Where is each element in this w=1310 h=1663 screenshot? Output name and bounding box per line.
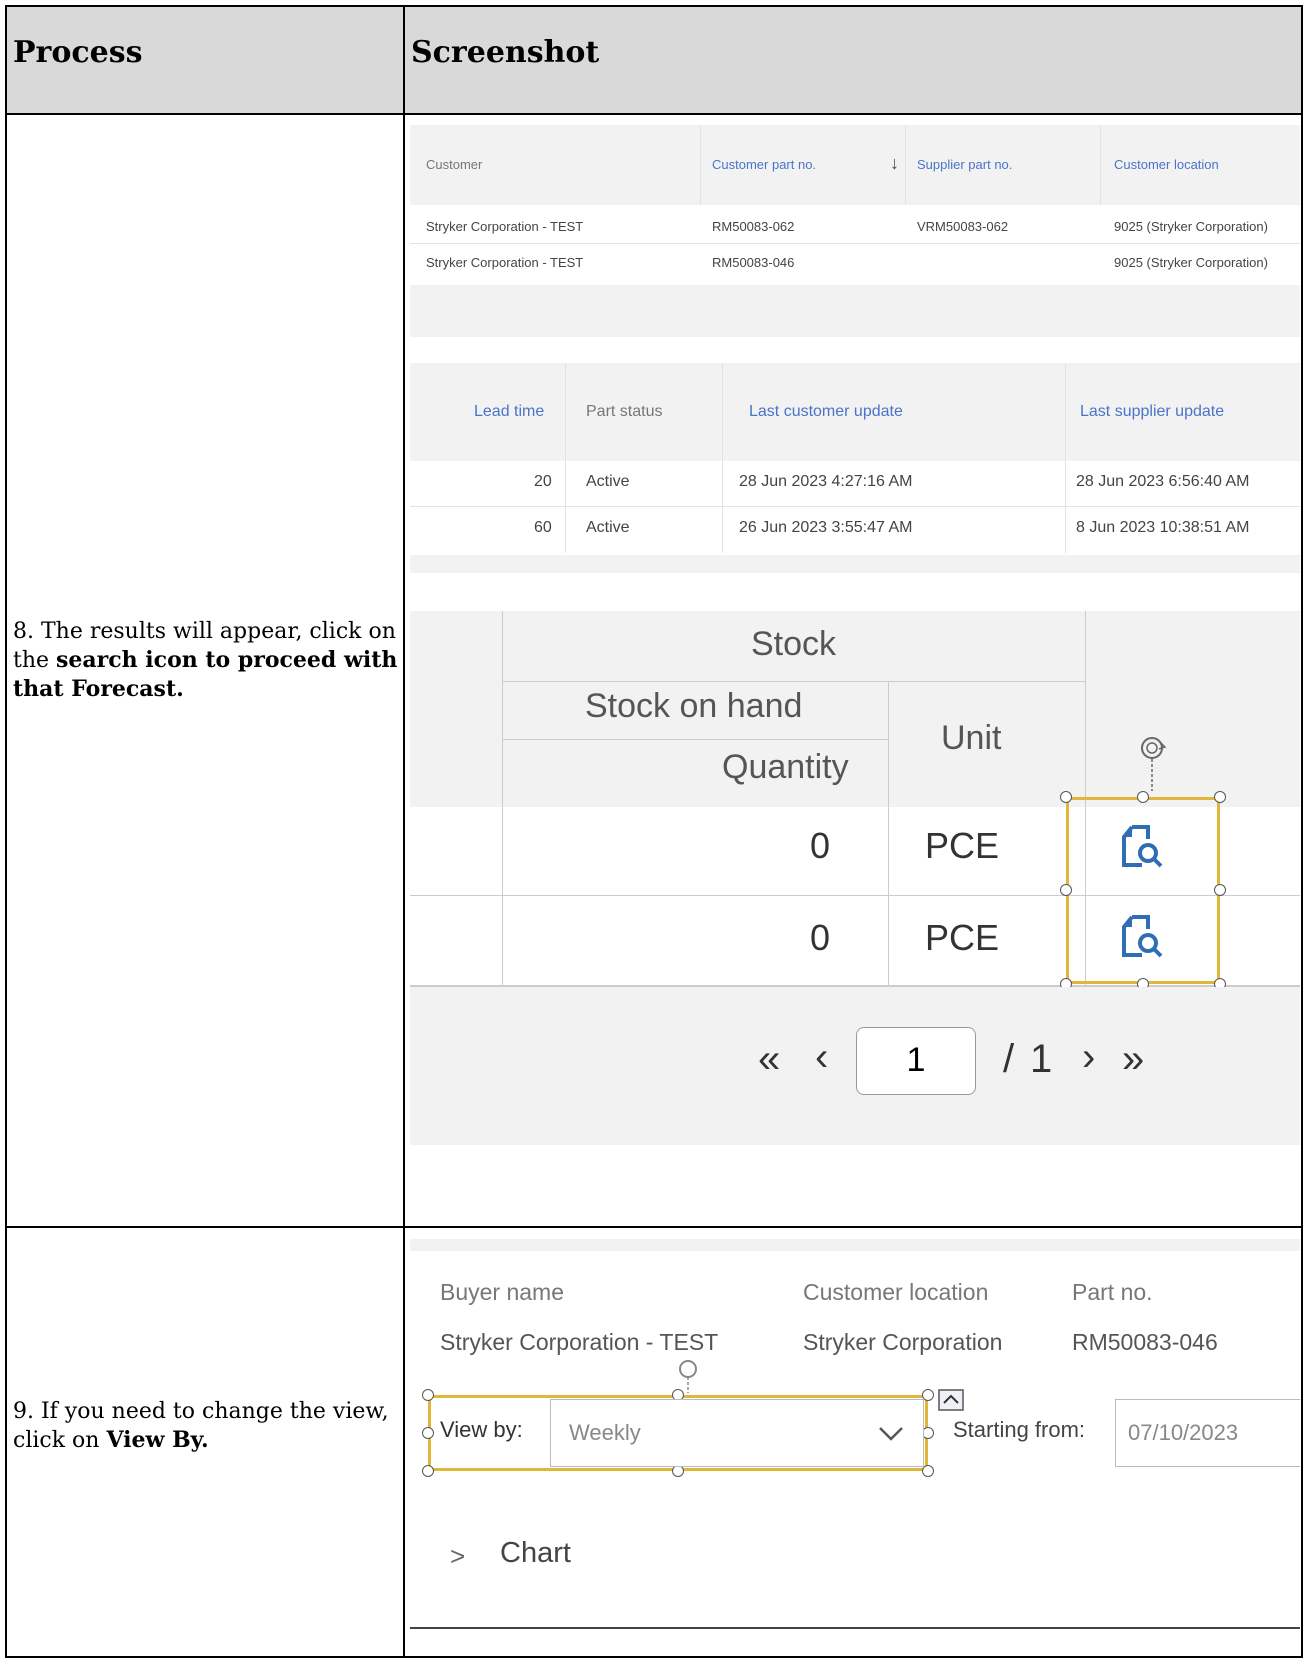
column-divider (403, 7, 405, 1656)
last-page-button[interactable]: » (1122, 1037, 1144, 1082)
part-no-label: Part no. (1072, 1279, 1153, 1305)
process-header: Process (13, 35, 143, 70)
step9-screenshot: Buyer name Stryker Corporation - TEST Cu… (410, 1239, 1300, 1655)
rotate-handle-icon (1141, 737, 1167, 791)
search-document-icon[interactable] (1118, 823, 1166, 871)
col-customer[interactable]: Customer (426, 157, 482, 172)
chart-section-toggle[interactable]: Chart (500, 1537, 571, 1570)
col-last-supplier-update[interactable]: Last supplier update (1080, 403, 1224, 421)
unit-header[interactable]: Unit (941, 719, 1001, 758)
next-page-button[interactable]: › (1082, 1035, 1095, 1080)
sort-down-icon[interactable]: ↓ (890, 153, 899, 174)
search-document-icon[interactable] (1118, 913, 1166, 961)
col-customer-part[interactable]: Customer part no. (712, 157, 816, 172)
prev-page-button[interactable]: ‹ (815, 1035, 828, 1080)
header-row (7, 7, 1301, 115)
view-by-label: View by: (440, 1417, 523, 1442)
table-row: 20 (534, 473, 552, 490)
quantity-cell: 0 (810, 825, 831, 866)
document-table: Process Screenshot 8. The results will a… (5, 5, 1303, 1658)
stock-group-header: Stock (751, 625, 837, 663)
table-row: Stryker Corporation - TEST (426, 255, 584, 270)
screenshot-header: Screenshot (411, 35, 600, 70)
table-row: 60 (534, 519, 552, 536)
col-lead-time[interactable]: Lead time (474, 403, 544, 421)
pager-bar (410, 987, 1300, 1145)
chevron-right-icon[interactable]: > (450, 1541, 465, 1572)
unit-cell: PCE (925, 917, 1000, 958)
page-separator: / (1003, 1037, 1015, 1081)
col-customer-location[interactable]: Customer location (1114, 157, 1219, 172)
unit-cell: PCE (925, 825, 1000, 866)
buyer-name-label: Buyer name (440, 1279, 565, 1305)
collapse-icon[interactable] (938, 1389, 964, 1411)
starting-from-input[interactable]: 07/10/2023 (1115, 1399, 1300, 1467)
total-pages: 1 (1030, 1037, 1053, 1081)
starting-from-label: Starting from: (953, 1417, 1086, 1442)
table-row: Stryker Corporation - TEST (426, 219, 584, 234)
step9-text: 9. If you need to change the view, click… (13, 1399, 389, 1453)
customer-location-value: Stryker Corporation (803, 1329, 1003, 1355)
row-divider (7, 1226, 1301, 1228)
stock-on-hand-header: Stock on hand (585, 687, 803, 725)
chevron-down-icon (879, 1427, 903, 1441)
page-number-input[interactable]: 1 (856, 1027, 976, 1095)
part-no-value: RM50083-046 (1072, 1329, 1218, 1355)
header-divider (7, 113, 1301, 115)
step8-text: 8. The results will appear, click on the… (13, 619, 398, 702)
customer-location-label: Customer location (803, 1279, 989, 1305)
view-by-value: Weekly (569, 1420, 641, 1445)
col-part-status[interactable]: Part status (586, 403, 662, 421)
col-supplier-part[interactable]: Supplier part no. (917, 157, 1012, 172)
quantity-cell: 0 (810, 917, 831, 958)
step8-screenshot: Customer Customer part no. ↓ Supplier pa… (410, 125, 1300, 1220)
col-last-customer-update[interactable]: Last customer update (749, 403, 903, 421)
quantity-header[interactable]: Quantity (722, 748, 849, 787)
view-by-dropdown[interactable]: Weekly (550, 1399, 924, 1467)
first-page-button[interactable]: « (758, 1037, 780, 1082)
buyer-name-value: Stryker Corporation - TEST (440, 1329, 719, 1355)
